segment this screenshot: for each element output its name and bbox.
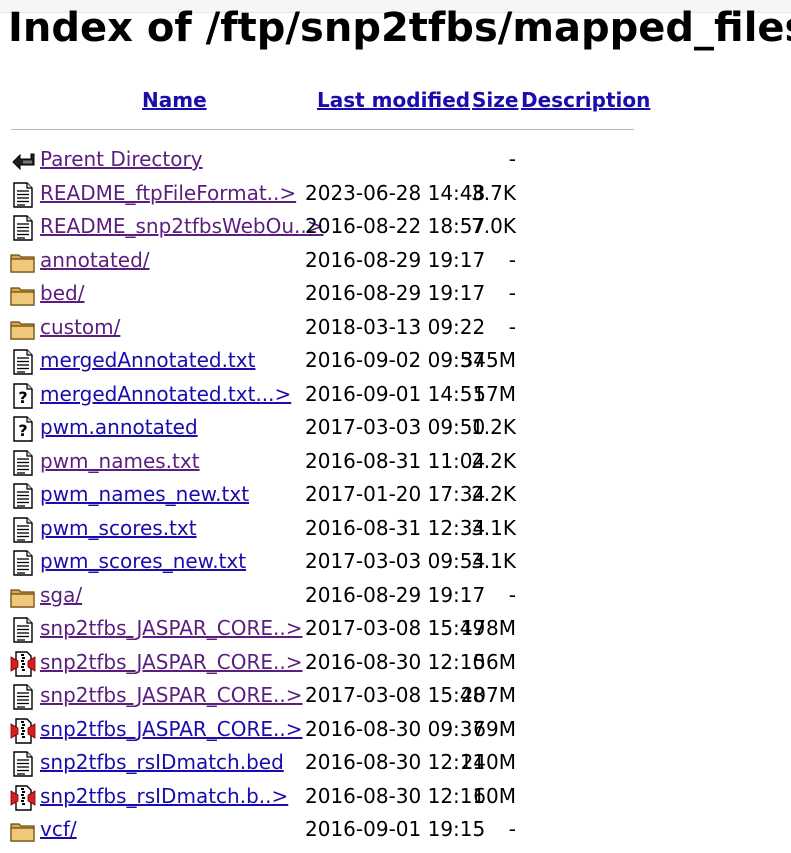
folder-icon (10, 584, 36, 610)
file-size: 69M (473, 716, 516, 741)
file-link[interactable]: custom/ (40, 314, 120, 340)
back-icon (10, 148, 36, 174)
folder-icon (10, 249, 36, 275)
file-size: 60M (473, 783, 516, 808)
list-item: snp2tfbs_JASPAR_CORE..> 2017-03-08 15:48 2… (0, 680, 791, 713)
svg-text:?: ? (18, 388, 27, 407)
file-link[interactable]: sga/ (40, 582, 82, 608)
list-item: README_ftpFileFormat..> 2023-06-28 14:48 3… (0, 178, 791, 211)
list-item: custom/2018-03-13 09:22- (0, 312, 791, 345)
file-link[interactable]: pwm_scores_new.txt (40, 548, 246, 574)
file-size: 1.2K (471, 415, 516, 439)
list-item: snp2tfbs_JASPAR_CORE..> 2016-08-30 12:10 5… (0, 647, 791, 680)
unknown-file-icon: ? (10, 382, 36, 409)
text-file-icon (10, 550, 36, 576)
file-size: 240M (460, 750, 516, 774)
list-item: ? mergedAnnotated.txt...> 2016-09-01 14:51… (0, 379, 791, 412)
folder-icon (10, 316, 36, 342)
file-link[interactable]: vcf/ (40, 816, 77, 842)
file-size: 57M (473, 381, 516, 406)
sort-by-name-link[interactable]: Name (142, 87, 207, 113)
list-item: pwm_scores.txt 2016-08-31 12:34 3.1K (0, 513, 791, 546)
file-size: 2.2K (471, 448, 516, 473)
file-size: - (508, 314, 516, 339)
file-size: - (508, 582, 516, 607)
file-size: 178M (460, 616, 516, 640)
file-link[interactable]: snp2tfbs_JASPAR_CORE..> (40, 615, 303, 641)
compressed-file-icon (10, 717, 36, 744)
file-size: 3.1K (471, 515, 516, 540)
unknown-file-icon: ? (10, 416, 36, 442)
text-file-icon (10, 449, 36, 476)
compressed-file-icon (10, 784, 36, 811)
file-link[interactable]: bed/ (40, 280, 84, 306)
list-item: Parent Directory - (0, 144, 791, 177)
header-divider (11, 129, 634, 130)
file-link[interactable]: mergedAnnotated.txt (40, 347, 255, 373)
file-size: 7.0K (471, 214, 516, 238)
file-size: 3.1K (471, 549, 516, 573)
file-size: 345M (460, 348, 516, 372)
text-file-icon (10, 516, 36, 543)
compressed-file-icon (10, 650, 36, 677)
file-size: 207M (460, 683, 516, 707)
list-item: vcf/2016-09-01 19:15- (0, 814, 791, 847)
text-file-icon (10, 349, 36, 375)
file-link[interactable]: pwm.annotated (40, 414, 198, 440)
list-item: snp2tfbs_JASPAR_CORE..> 2016-08-30 09:37 6… (0, 714, 791, 747)
file-link[interactable]: Parent Directory (40, 146, 203, 172)
page-title: Index of /ftp/snp2tfbs/mapped_files (8, 5, 791, 51)
list-item: snp2tfbs_rsIDmatch.b..> 2016-08-30 12:11 6… (0, 781, 791, 814)
text-file-icon (10, 483, 36, 509)
list-item: README_snp2tfbsWebOu..> 2016-08-22 18:57 7… (0, 211, 791, 244)
sort-by-description-link[interactable]: Description (521, 87, 650, 113)
file-link[interactable]: README_snp2tfbsWebOu..> (40, 213, 324, 239)
text-file-icon (10, 181, 36, 208)
file-size: 3.7K (471, 180, 516, 205)
list-item: pwm_names_new.txt 2017-01-20 17:34 2.2K (0, 479, 791, 512)
file-link[interactable]: snp2tfbs_rsIDmatch.b..> (40, 783, 288, 809)
file-link[interactable]: annotated/ (40, 247, 150, 273)
text-file-icon (10, 751, 36, 777)
list-item: snp2tfbs_JASPAR_CORE..> 2017-03-08 15:49 1… (0, 613, 791, 646)
list-item: sga/2016-08-29 19:17- (0, 580, 791, 613)
file-size: - (508, 817, 516, 841)
file-link[interactable]: snp2tfbs_JASPAR_CORE..> (40, 649, 303, 675)
file-size: - (508, 147, 516, 171)
file-link[interactable]: snp2tfbs_JASPAR_CORE..> (40, 716, 303, 742)
file-size: 56M (473, 649, 516, 674)
folder-icon (10, 282, 36, 308)
file-link[interactable]: snp2tfbs_JASPAR_CORE..> (40, 682, 303, 708)
svg-text:?: ? (18, 421, 27, 440)
folder-icon (10, 818, 36, 844)
sort-by-last-modified-link[interactable]: Last modified (317, 87, 470, 113)
file-link[interactable]: pwm_scores.txt (40, 515, 197, 541)
file-size: 2.2K (471, 482, 516, 506)
file-link[interactable]: README_ftpFileFormat..> (40, 180, 296, 206)
text-file-icon (10, 215, 36, 241)
list-item: bed/2016-08-29 19:17- (0, 278, 791, 311)
file-link[interactable]: snp2tfbs_rsIDmatch.bed (40, 749, 284, 775)
list-item: pwm_names.txt 2016-08-31 11:04 2.2K (0, 446, 791, 479)
sort-by-size-link[interactable]: Size (472, 87, 518, 113)
list-item: snp2tfbs_rsIDmatch.bed 2016-08-30 12:11 24… (0, 747, 791, 780)
list-item: pwm_scores_new.txt 2017-03-03 09:54 3.1K (0, 546, 791, 579)
text-file-icon (10, 617, 36, 643)
file-size: - (508, 281, 516, 305)
text-file-icon (10, 684, 36, 710)
list-item: annotated/2016-08-29 19:17- (0, 245, 791, 278)
file-link[interactable]: mergedAnnotated.txt...> (40, 381, 291, 407)
list-item: mergedAnnotated.txt 2016-09-02 09:57 345M (0, 345, 791, 378)
list-item: ? pwm.annotated 2017-03-03 09:50 1.2K (0, 412, 791, 445)
file-link[interactable]: pwm_names_new.txt (40, 481, 249, 507)
file-link[interactable]: pwm_names.txt (40, 448, 200, 474)
file-size: - (508, 247, 516, 272)
